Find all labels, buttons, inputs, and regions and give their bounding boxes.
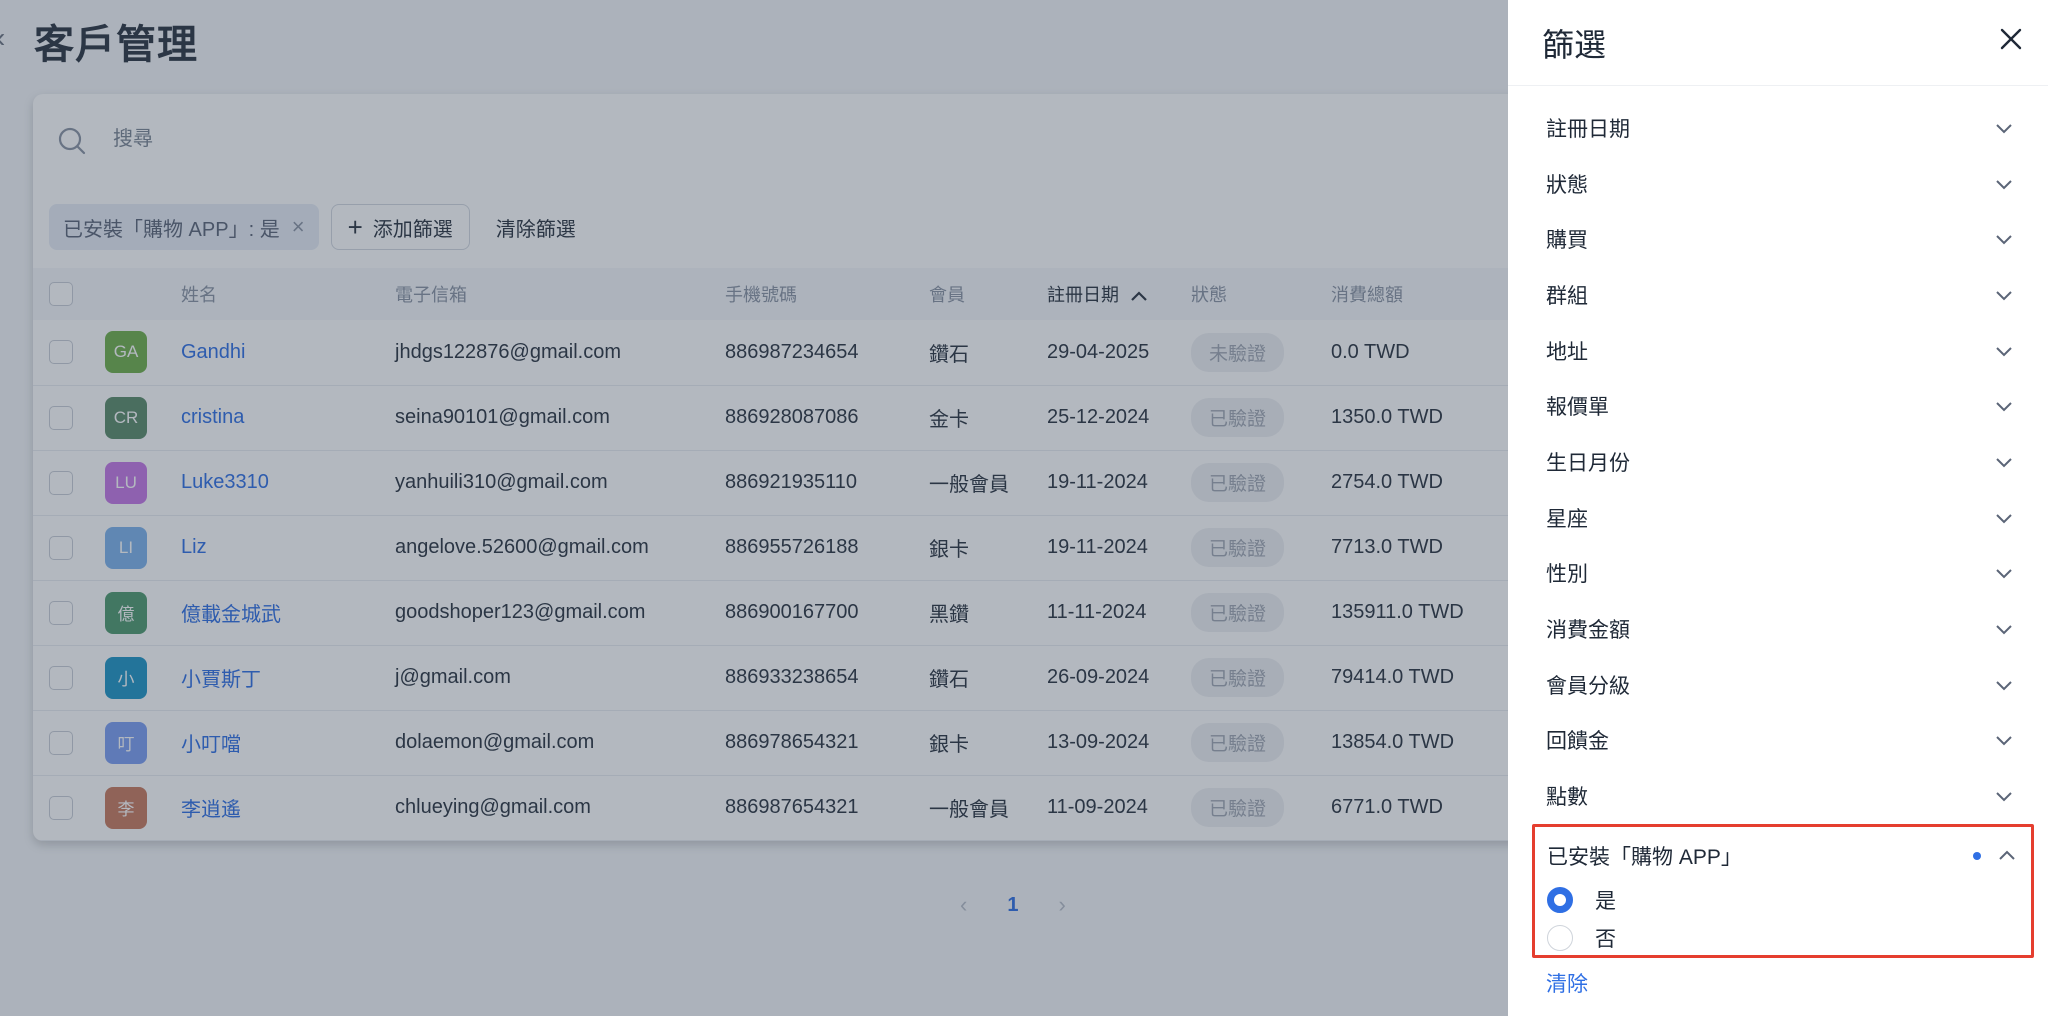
radio-option-no[interactable]: 否 (1547, 923, 1616, 953)
chevron-down-icon[interactable] (1994, 285, 2014, 305)
chevron-down-icon[interactable] (1994, 452, 2014, 472)
filter-category-list: 註冊日期狀態購買群組地址報價單生日月份星座性別消費金額會員分級回饋金點數 (1508, 100, 2048, 824)
filter-category-label: 會員分級 (1546, 674, 1630, 698)
filter-section-app-installed: 已安裝「購物 APP」 是 否 (1532, 824, 2034, 958)
filter-category-item[interactable]: 購買 (1508, 211, 2048, 267)
filter-category-label: 性別 (1546, 563, 1588, 587)
filter-category-item[interactable]: 生日月份 (1508, 434, 2048, 490)
chevron-down-icon[interactable] (1994, 563, 2014, 583)
filter-category-item[interactable]: 註冊日期 (1508, 100, 2048, 156)
filter-category-item[interactable]: 地址 (1508, 323, 2048, 379)
chevron-down-icon[interactable] (1994, 675, 2014, 695)
chevron-down-icon[interactable] (1994, 786, 2014, 806)
chevron-down-icon[interactable] (1994, 174, 2014, 194)
filter-category-label: 消費金額 (1546, 619, 1630, 643)
radio-yes[interactable] (1547, 887, 1573, 913)
filter-category-label: 星座 (1546, 507, 1588, 531)
modal-overlay[interactable] (0, 0, 1508, 1016)
filter-category-label: 註冊日期 (1546, 117, 1630, 141)
chevron-up-icon[interactable] (1997, 846, 2017, 866)
filter-drawer: 篩選 註冊日期 狀態 購買 群組 地址 報價單 生日月份 星座 性別 消費金額 會員分級 回饋金 點數 … (1508, 0, 2048, 1016)
filter-category-label: 地址 (1546, 340, 1588, 364)
drawer-title: 篩選 (1542, 27, 1607, 63)
radio-no-label: 否 (1595, 928, 1616, 951)
filter-category-item[interactable]: 回饋金 (1508, 713, 2048, 769)
filter-category-item[interactable]: 狀態 (1508, 156, 2048, 212)
filter-category-label: 生日月份 (1546, 451, 1630, 475)
filter-category-item[interactable]: 星座 (1508, 490, 2048, 546)
radio-no[interactable] (1547, 925, 1573, 951)
filter-section-header[interactable]: 已安裝「購物 APP」 (1547, 841, 2017, 871)
filter-category-item[interactable]: 報價單 (1508, 378, 2048, 434)
active-indicator-dot (1973, 852, 1981, 860)
radio-option-yes[interactable]: 是 (1547, 885, 1616, 915)
filter-category-item[interactable]: 點數 (1508, 768, 2048, 824)
chevron-down-icon[interactable] (1994, 730, 2014, 750)
filter-category-item[interactable]: 性別 (1508, 546, 2048, 602)
filter-category-item[interactable]: 消費金額 (1508, 601, 2048, 657)
filter-category-label: 報價單 (1546, 396, 1609, 420)
filter-category-item[interactable]: 會員分級 (1508, 657, 2048, 713)
filter-category-label: 狀態 (1546, 173, 1588, 197)
chevron-down-icon[interactable] (1994, 229, 2014, 249)
close-icon[interactable] (1996, 24, 2026, 54)
radio-yes-label: 是 (1595, 890, 1616, 913)
chevron-down-icon[interactable] (1994, 396, 2014, 416)
filter-category-label: 回饋金 (1546, 730, 1609, 754)
filter-category-label: 點數 (1546, 786, 1588, 810)
chevron-down-icon[interactable] (1994, 508, 2014, 528)
chevron-down-icon[interactable] (1994, 619, 2014, 639)
filter-category-item[interactable]: 群組 (1508, 267, 2048, 323)
drawer-header: 篩選 (1508, 0, 2048, 86)
filter-section-label: 已安裝「購物 APP」 (1547, 846, 1742, 869)
filter-category-label: 群組 (1546, 284, 1588, 308)
clear-filter-button[interactable]: 清除 (1546, 968, 1588, 998)
chevron-down-icon[interactable] (1994, 118, 2014, 138)
filter-category-label: 購買 (1546, 229, 1588, 253)
chevron-down-icon[interactable] (1994, 341, 2014, 361)
